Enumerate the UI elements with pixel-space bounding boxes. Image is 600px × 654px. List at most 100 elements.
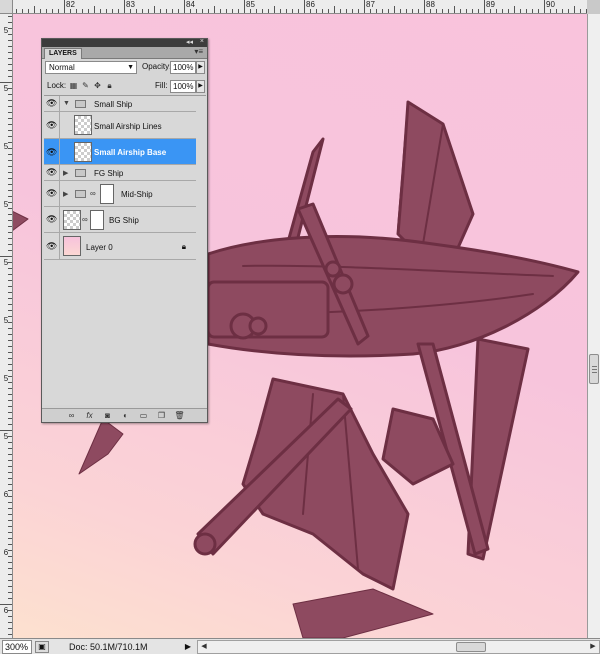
visibility-toggle[interactable]: 👁︎ <box>44 139 60 164</box>
expand-triangle-icon[interactable]: ▼ <box>63 100 70 107</box>
left-wing-fragment <box>13 210 29 231</box>
ruler-tick <box>8 352 12 353</box>
ruler-tick <box>8 64 12 65</box>
fill-slider-arrow-icon[interactable]: ▶ <box>196 80 205 93</box>
lock-all-icon[interactable]: 🔒︎ <box>105 81 114 90</box>
layer-mask-thumbnail[interactable] <box>100 184 114 204</box>
layer-mask-thumbnail[interactable] <box>90 210 104 230</box>
visibility-toggle[interactable]: 👁︎ <box>44 207 60 232</box>
ruler-tick <box>8 58 12 59</box>
ruler-tick <box>8 22 12 23</box>
lock-transparency-icon[interactable]: ▦ <box>69 81 78 90</box>
layer-thumbnail <box>63 210 81 230</box>
tab-layers[interactable]: LAYERS <box>44 48 82 59</box>
visibility-toggle[interactable]: 👁︎ <box>44 181 60 206</box>
layer-row-small-airship-lines[interactable]: 👁︎ Small Airship Lines <box>44 112 196 139</box>
panel-footer: ∞ fx ◙ ◐ ▭ ❐ 🗑︎ <box>42 408 207 422</box>
layers-panel: ◂◂ × LAYERS ▾≡ Normal ▼ Opacity: 100% ▶ … <box>41 38 208 423</box>
ruler-tick <box>8 466 12 467</box>
engine-joint <box>332 273 354 295</box>
fill-input[interactable]: 100% <box>170 80 196 93</box>
visibility-toggle[interactable]: 👁︎ <box>44 165 60 180</box>
new-layer-icon[interactable]: ❐ <box>156 411 167 421</box>
ruler-tick <box>8 400 12 401</box>
expand-triangle-icon[interactable]: ▶ <box>63 169 68 177</box>
panel-menu-icon[interactable]: ▾≡ <box>194 47 203 56</box>
ruler-label: 87 <box>366 0 375 9</box>
eye-icon: 👁︎ <box>46 188 58 198</box>
horizontal-scroll-thumb[interactable] <box>456 641 486 652</box>
scroll-right-arrow-icon[interactable]: ▶ <box>587 641 599 653</box>
vertical-ruler[interactable]: 5 5 5 5 5 5 5 5 6 6 6 <box>0 14 13 638</box>
visibility-toggle[interactable]: 👁︎ <box>44 233 60 259</box>
ruler-label: 5 <box>3 26 9 35</box>
ruler-tick <box>298 9 299 13</box>
ruler-tick <box>8 532 12 533</box>
grip-line <box>592 366 597 367</box>
ruler-tick <box>556 9 557 13</box>
layer-row-layer-0[interactable]: 👁︎ Layer 0 🔒︎ <box>44 233 196 260</box>
vertical-scroll-thumb[interactable] <box>589 354 599 384</box>
trash-icon[interactable]: 🗑︎ <box>174 411 185 421</box>
ruler-tick <box>160 9 161 13</box>
new-group-icon[interactable]: ▭ <box>138 411 149 421</box>
ruler-tick <box>352 9 353 13</box>
fx-icon[interactable]: fx <box>84 411 95 421</box>
collapse-panel-icon[interactable]: ◂◂ <box>186 38 193 46</box>
ruler-tick <box>8 478 12 479</box>
layer-name: Small Airship Lines <box>94 122 162 131</box>
ruler-tick <box>8 346 12 347</box>
link-layers-icon[interactable]: ∞ <box>66 411 77 421</box>
layer-row-bg-ship[interactable]: 👁︎ ∞ BG Ship <box>44 207 196 233</box>
ruler-tick <box>52 9 53 13</box>
ruler-tick <box>136 9 137 13</box>
opacity-input[interactable]: 100% <box>170 61 196 74</box>
ruler-tick <box>8 184 12 185</box>
close-panel-icon[interactable]: × <box>200 38 204 45</box>
panel-title-strip[interactable]: ◂◂ × <box>42 38 207 47</box>
layer-thumbnail <box>74 115 92 135</box>
expand-triangle-icon[interactable]: ▶ <box>63 190 68 198</box>
ruler-tick <box>334 6 335 13</box>
ruler-tick <box>8 292 12 293</box>
ruler-tick <box>388 9 389 13</box>
adjustment-icon[interactable]: ◐ <box>120 411 131 421</box>
workgroup-icon[interactable]: ▣ <box>35 640 49 653</box>
horizontal-ruler[interactable]: 82 83 84 85 86 87 88 89 90 <box>13 0 587 14</box>
scroll-left-arrow-icon[interactable]: ◀ <box>198 641 210 653</box>
visibility-toggle[interactable]: 👁︎ <box>44 112 60 138</box>
layer-row-small-ship[interactable]: 👁︎ ▼ Small Ship <box>44 96 196 112</box>
status-menu-arrow-icon[interactable]: ▶ <box>183 641 193 653</box>
blend-mode-select[interactable]: Normal ▼ <box>45 61 137 74</box>
ruler-tick <box>8 238 12 239</box>
opacity-slider-arrow-icon[interactable]: ▶ <box>196 61 205 74</box>
vertical-scrollbar[interactable] <box>587 14 600 638</box>
ruler-tick <box>148 9 149 13</box>
ruler-tick <box>8 154 12 155</box>
ruler-tick <box>8 628 12 629</box>
lock-pixels-icon[interactable]: ✎ <box>81 81 90 90</box>
horizontal-scrollbar[interactable]: ◀ ▶ <box>197 639 600 654</box>
link-chain-icon[interactable]: ∞ <box>90 189 96 198</box>
add-mask-icon[interactable]: ◙ <box>102 411 113 421</box>
ruler-tick <box>568 9 569 13</box>
ruler-tick <box>64 0 65 13</box>
ruler-tick <box>304 0 305 13</box>
fill-label: Fill: <box>155 81 168 90</box>
ruler-origin[interactable] <box>0 0 13 14</box>
ruler-tick <box>8 232 12 233</box>
zoom-field[interactable]: 300% <box>2 639 32 654</box>
layer-name: BG Ship <box>109 216 139 225</box>
link-chain-icon[interactable]: ∞ <box>82 215 88 224</box>
layer-row-mid-ship[interactable]: 👁︎ ▶ ∞ Mid-Ship <box>44 181 196 207</box>
ruler-tick <box>8 598 12 599</box>
ruler-tick <box>8 454 12 455</box>
lock-position-icon[interactable]: ✥ <box>93 81 102 90</box>
layer-row-fg-ship[interactable]: 👁︎ ▶ FG Ship <box>44 165 196 181</box>
ruler-tick <box>154 6 155 13</box>
layer-row-small-airship-base[interactable]: 👁︎ Small Airship Base <box>44 139 196 165</box>
ruler-tick <box>40 9 41 13</box>
ruler-tick <box>8 448 12 449</box>
visibility-toggle[interactable]: 👁︎ <box>44 96 60 111</box>
ruler-tick <box>8 418 12 419</box>
